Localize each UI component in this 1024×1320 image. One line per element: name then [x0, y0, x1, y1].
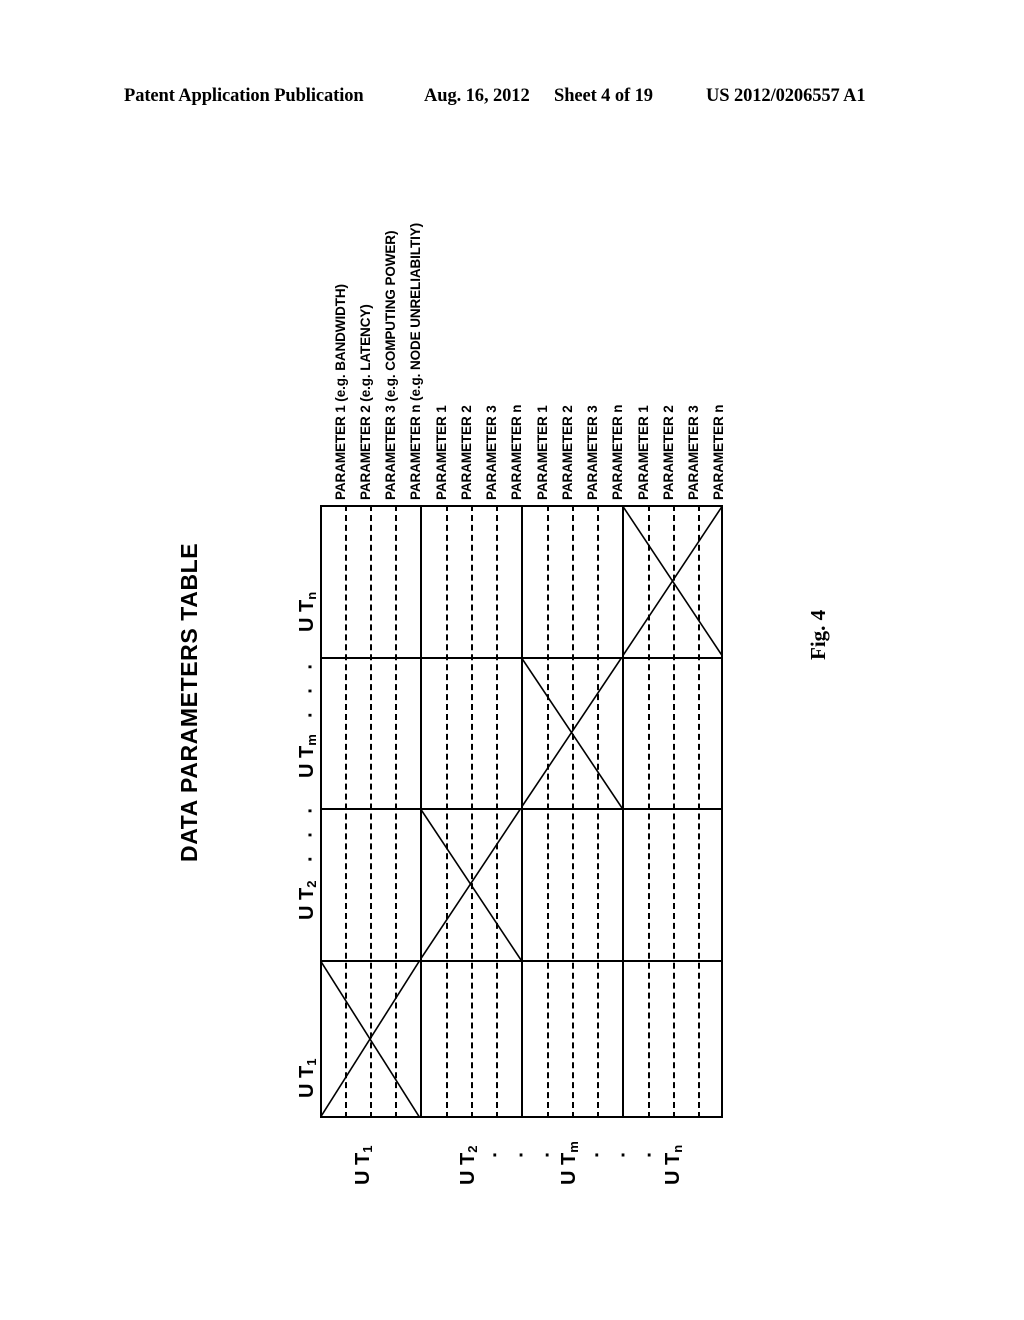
- column-header-g4-p4: PARAMETER n: [711, 404, 726, 500]
- column-group-label-4: U Tn: [296, 591, 319, 632]
- column-header-g4-p3: PARAMETER 3: [686, 405, 701, 500]
- column-header-g2-p2: PARAMETER 2: [459, 405, 474, 500]
- row-divider-h2: [320, 808, 723, 810]
- row-group-label-1: U T1: [352, 1145, 375, 1185]
- column-group-label-1: U T1: [296, 1058, 319, 1098]
- column-header-g1-p1: PARAMETER 1 (e.g. BANDWIDTH): [333, 284, 348, 500]
- column-header-g1-p2: PARAMETER 2 (e.g. LATENCY): [358, 304, 373, 500]
- column-header-g3-p2: PARAMETER 2: [560, 405, 575, 500]
- data-parameters-grid: [320, 505, 723, 1118]
- diagonal-cross-row3-group2: [420, 808, 521, 960]
- group-divider-v2: [521, 505, 523, 1118]
- column-group-label-2: U T2: [296, 880, 319, 920]
- row-group-label-3: U Tm: [558, 1141, 581, 1185]
- column-header-g2-p4: PARAMETER n: [509, 404, 524, 500]
- column-header-g4-p1: PARAMETER 1: [636, 405, 651, 500]
- diagonal-cross-row4-group1: [320, 960, 420, 1118]
- column-header-g3-p1: PARAMETER 1: [535, 405, 550, 500]
- diagonal-cross-row2-group3: [521, 657, 622, 808]
- param-divider-g3-3: [597, 505, 599, 1118]
- column-header-g2-p3: PARAMETER 3: [484, 405, 499, 500]
- column-header-g3-p3: PARAMETER 3: [585, 405, 600, 500]
- figure-label: Fig. 4: [806, 609, 830, 660]
- row-group-ellipsis-2: · · ·: [594, 1145, 661, 1167]
- row-group-label-4: U Tn: [662, 1144, 685, 1185]
- figure-4-drawing: Fig. 4 DATA PARAMETERS TABLE U T1 U T2 ·…: [0, 0, 1024, 1320]
- row-group-ellipsis-1: · · ·: [492, 1145, 559, 1167]
- column-header-g2-p1: PARAMETER 1: [434, 405, 449, 500]
- column-group-label-3: U Tm: [296, 734, 319, 778]
- column-header-g1-p3: PARAMETER 3 (e.g. COMPUTING POWER): [383, 230, 398, 500]
- table-title: DATA PARAMETERS TABLE: [176, 542, 202, 862]
- diagonal-cross-row1-group4: [622, 505, 723, 657]
- param-divider-g3-2: [572, 505, 574, 1118]
- param-divider-g3-1: [547, 505, 549, 1118]
- column-header-g1-p4: PARAMETER n (e.g. NODE UNRELIABILTIY): [408, 222, 423, 500]
- row-group-label-2: U T2: [457, 1145, 480, 1185]
- column-header-g4-p2: PARAMETER 2: [661, 405, 676, 500]
- column-header-g3-p4: PARAMETER n: [610, 404, 625, 500]
